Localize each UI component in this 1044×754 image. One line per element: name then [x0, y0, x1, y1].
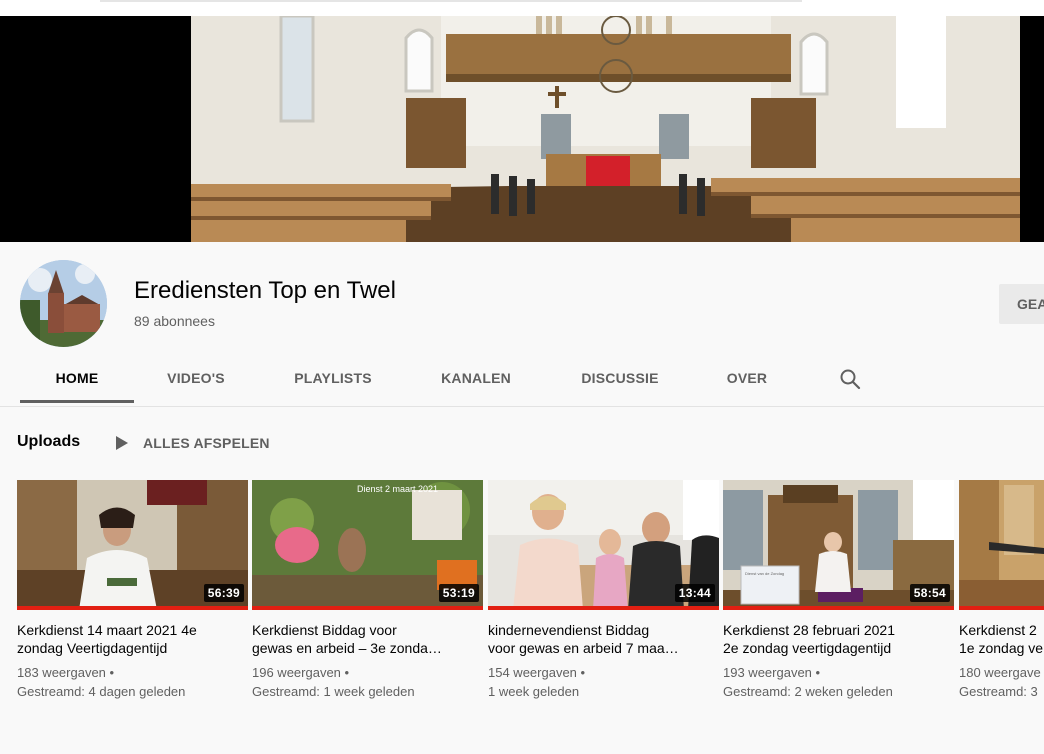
- subscriber-count: 89 abonnees: [134, 313, 215, 329]
- video-meta: 193 weergaven • Gestreamd: 2 weken geled…: [723, 663, 954, 701]
- watch-progress-bar: [488, 606, 719, 610]
- video-title[interactable]: Kerkdienst 14 maart 2021 4e zondag Veert…: [17, 621, 248, 657]
- video-thumbnail[interactable]: Dienst 2 maart 2021 53:19: [252, 480, 483, 610]
- video-title[interactable]: Kerkdienst 2 1e zondag ve: [959, 621, 1044, 657]
- avatar-church-image: [20, 260, 107, 347]
- video-card[interactable]: Kerkdienst 2 1e zondag ve 180 weergave G…: [959, 480, 1044, 701]
- stream-date: 1 week geleden: [488, 684, 580, 699]
- top-divider: [100, 0, 802, 2]
- video-meta: 183 weergaven • Gestreamd: 4 dagen geled…: [17, 663, 248, 701]
- channel-banner: [0, 16, 1044, 242]
- watch-progress-bar: [252, 606, 483, 610]
- video-title[interactable]: Kerkdienst 28 februari 2021 2e zondag ve…: [723, 621, 954, 657]
- play-icon: [116, 436, 128, 450]
- video-title[interactable]: Kerkdienst Biddag voor gewas en arbeid –…: [252, 621, 483, 657]
- video-thumbnail[interactable]: [959, 480, 1044, 610]
- channel-tabs: HOME VIDEO'S PLAYLISTS KANALEN DISCUSSIE…: [0, 360, 1044, 406]
- video-thumbnail[interactable]: Dienst van de Zondag 58:54: [723, 480, 954, 610]
- channel-avatar[interactable]: [20, 260, 107, 347]
- tab-playlists[interactable]: PLAYLISTS: [277, 360, 389, 406]
- thumbnail-image: [959, 480, 1044, 610]
- tab-discussion[interactable]: DISCUSSIE: [565, 360, 675, 406]
- video-thumbnail[interactable]: 13:44: [488, 480, 719, 610]
- search-icon[interactable]: [838, 367, 862, 391]
- video-card[interactable]: 13:44 kindernevendienst Biddag voor gewa…: [488, 480, 719, 701]
- play-all-label: ALLES AFSPELEN: [143, 435, 270, 451]
- view-count: 154 weergaven •: [488, 665, 586, 680]
- view-count: 183 weergaven •: [17, 665, 115, 680]
- video-thumbnail[interactable]: 56:39: [17, 480, 248, 610]
- watch-progress-bar: [17, 606, 248, 610]
- church-interior-illustration: [191, 16, 1020, 242]
- channel-header: Erediensten Top en Twel 89 abonnees GEA …: [0, 242, 1044, 406]
- video-duration: 53:19: [438, 584, 479, 602]
- video-title[interactable]: kindernevendienst Biddag voor gewas en a…: [488, 621, 719, 657]
- video-meta: 196 weergaven • Gestreamd: 1 week gelede…: [252, 663, 483, 701]
- stream-date: Gestreamd: 2 weken geleden: [723, 684, 893, 699]
- channel-name[interactable]: Erediensten Top en Twel: [134, 277, 396, 305]
- watch-progress-bar: [959, 606, 1044, 610]
- stream-date: Gestreamd: 4 dagen geleden: [17, 684, 186, 699]
- video-meta: 180 weergave Gestreamd: 3: [959, 663, 1044, 701]
- video-meta: 154 weergaven • 1 week geleden: [488, 663, 719, 701]
- view-count: 180 weergave: [959, 665, 1041, 680]
- tab-about[interactable]: OVER: [713, 360, 781, 406]
- banner-image-church-interior: [191, 16, 1020, 242]
- uploads-shelf: Uploads ALLES AFSPELEN 56:39 Kerkdienst …: [0, 406, 1044, 754]
- tab-home[interactable]: HOME: [20, 360, 134, 406]
- stream-date: Gestreamd: 3: [959, 684, 1038, 699]
- view-count: 196 weergaven •: [252, 665, 350, 680]
- video-card[interactable]: Dienst van de Zondag 58:54 Kerkdienst 28…: [723, 480, 954, 701]
- shelf-title[interactable]: Uploads: [17, 433, 80, 451]
- video-card[interactable]: 56:39 Kerkdienst 14 maart 2021 4e zondag…: [17, 480, 248, 701]
- video-card[interactable]: Dienst 2 maart 2021 53:19 Kerkdienst Bid…: [252, 480, 483, 701]
- subscribe-button[interactable]: GEA: [999, 284, 1044, 324]
- tab-videos[interactable]: VIDEO'S: [150, 360, 242, 406]
- top-bar: [0, 0, 1044, 16]
- video-duration: 58:54: [909, 584, 950, 602]
- stream-date: Gestreamd: 1 week geleden: [252, 684, 415, 699]
- view-count: 193 weergaven •: [723, 665, 821, 680]
- slide-caption: Dienst van de Zondag: [745, 571, 784, 576]
- video-duration: 13:44: [674, 584, 715, 602]
- tab-channels[interactable]: KANALEN: [426, 360, 526, 406]
- play-all-button[interactable]: ALLES AFSPELEN: [116, 435, 270, 451]
- video-duration: 56:39: [203, 584, 244, 602]
- thumbnail-overlay-text: Dienst 2 maart 2021: [357, 484, 438, 494]
- watch-progress-bar: [723, 606, 954, 610]
